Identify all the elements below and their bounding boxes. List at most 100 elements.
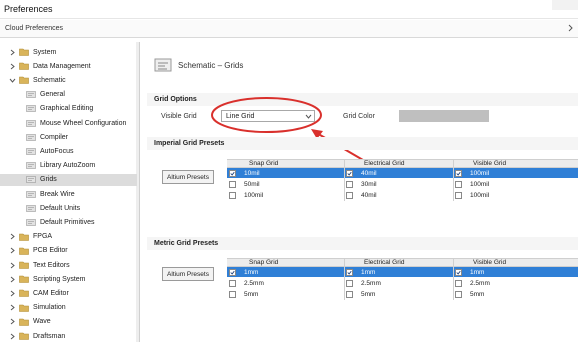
chevron-right-icon[interactable] [8,261,17,270]
cloud-preferences-label: Cloud Preferences [5,25,63,32]
tree-scrollbar[interactable] [136,42,139,342]
checkbox-unchecked[interactable] [346,279,353,287]
folder-icon [19,48,29,56]
grid-cell: 100mil [229,191,263,199]
table-row[interactable]: 5mm 5mm 5mm [227,289,578,299]
checkbox-checked[interactable] [455,169,462,177]
table-row[interactable]: 100mil 40mil 100mil [227,190,578,200]
chevron-right-icon[interactable] [8,232,17,241]
tree-item[interactable]: Wave [8,316,51,328]
checkbox-unchecked[interactable] [229,279,236,287]
grid-color-swatch[interactable] [399,110,489,122]
table-row[interactable]: 50mil 30mil 100mil [227,179,578,189]
check-icon [456,270,461,275]
table-row[interactable]: 10mil 40mil 100mil [227,168,578,178]
column-separator [453,258,454,300]
checkbox-checked[interactable] [229,268,236,276]
title-bar: Preferences [0,0,578,19]
chevron-right-icon[interactable] [8,246,17,255]
chevron-right-icon[interactable] [566,23,575,33]
folder-icon [19,261,29,269]
settings-page-icon [26,133,36,141]
tree-item-label: Default Primitives [40,218,95,226]
settings-page-icon [26,162,36,169]
column-header[interactable]: Visible Grid [473,160,506,167]
tree-item[interactable]: PCB Editor [8,245,68,257]
tree-item-label: Wave [33,318,51,326]
grid-cell: 50mil [229,180,260,188]
tree-item[interactable]: Default Primitives [26,216,94,228]
check-icon [347,270,352,275]
tree-item[interactable]: Text Editors [8,259,70,271]
tree-item[interactable]: Grids [0,173,137,186]
grid-value: 2.5mm [470,279,490,287]
tree-item[interactable]: Graphical Editing [26,103,93,115]
tree-item[interactable]: FPGA [8,231,52,243]
grid-options-title: Grid Options [154,96,197,103]
tree-item[interactable]: Library AutoZoom [26,160,95,172]
tree-item[interactable]: Scripting System [8,273,86,285]
checkbox-unchecked[interactable] [229,191,236,199]
tree-item[interactable]: Compiler [26,131,68,143]
checkbox-checked[interactable] [455,268,462,276]
column-header[interactable]: Snap Grid [249,259,278,266]
chevron-right-icon[interactable] [8,48,17,57]
checkbox-unchecked[interactable] [346,191,353,199]
grid-value: 5mm [244,290,259,298]
checkbox-unchecked[interactable] [346,180,353,188]
tree-item[interactable]: System [8,46,56,58]
checkbox-unchecked[interactable] [455,191,462,199]
grid-cell: 2.5mm [455,279,490,287]
checkbox-unchecked[interactable] [455,290,462,298]
column-header[interactable]: Snap Grid [249,160,278,167]
checkbox-unchecked[interactable] [229,180,236,188]
check-icon [230,171,235,176]
tree-item[interactable]: Default Units [26,202,80,214]
tree-item[interactable]: Simulation [8,302,66,314]
column-header[interactable]: Electrical Grid [364,160,404,167]
tree-item[interactable]: Mouse Wheel Configuration [26,117,126,129]
chevron-right-icon[interactable] [8,332,17,341]
checkbox-unchecked[interactable] [346,290,353,298]
column-header[interactable]: Electrical Grid [364,259,404,266]
tree-item[interactable]: Draftsman [8,330,65,342]
chevron-right-icon[interactable] [8,275,17,284]
grid-value: 5mm [470,290,485,298]
checkbox-checked[interactable] [229,169,236,177]
table-header: Snap Grid Electrical Grid Visible Grid [227,159,578,168]
chevron-right-icon[interactable] [8,289,17,298]
settings-page-icon [26,219,36,226]
table-row[interactable]: 1mm 1mm 1mm [227,267,578,277]
tree-item[interactable]: Schematic [8,74,66,86]
tree-item[interactable]: Break Wire [26,188,75,200]
tree-item[interactable]: AutoFocus [26,145,73,157]
checkbox-unchecked[interactable] [455,180,462,188]
checkbox-unchecked[interactable] [229,290,236,298]
schematic-page-icon [154,58,172,72]
preferences-tree[interactable]: System Data Management Schematic General Gra… [0,42,140,342]
tree-item[interactable]: General [26,89,65,101]
tree-item[interactable]: Data Management [8,60,91,72]
close-button[interactable] [552,0,578,10]
metric-altium-presets-button[interactable]: Altium Presets [162,267,214,281]
chevron-down-icon[interactable] [8,76,17,85]
chevron-right-icon[interactable] [8,303,17,312]
tree-item[interactable]: CAM Editor [8,287,69,299]
grid-value: 5mm [361,290,376,298]
grid-value: 1mm [470,268,485,276]
checkbox-unchecked[interactable] [455,279,462,287]
chevron-right-icon[interactable] [8,62,17,71]
grid-color-label: Grid Color [343,113,375,120]
grid-value: 30mil [361,180,377,188]
grid-cell: 5mm [346,290,375,298]
chevron-right-icon[interactable] [8,317,17,326]
check-icon [456,171,461,176]
checkbox-checked[interactable] [346,169,353,177]
cloud-preferences-bar[interactable]: Cloud Preferences [0,20,578,38]
table-header: Snap Grid Electrical Grid Visible Grid [227,258,578,267]
imperial-altium-presets-button[interactable]: Altium Presets [162,170,214,184]
checkbox-checked[interactable] [346,268,353,276]
grid-cell: 40mil [346,169,377,177]
table-row[interactable]: 2.5mm 2.5mm 2.5mm [227,278,578,288]
column-header[interactable]: Visible Grid [473,259,506,266]
